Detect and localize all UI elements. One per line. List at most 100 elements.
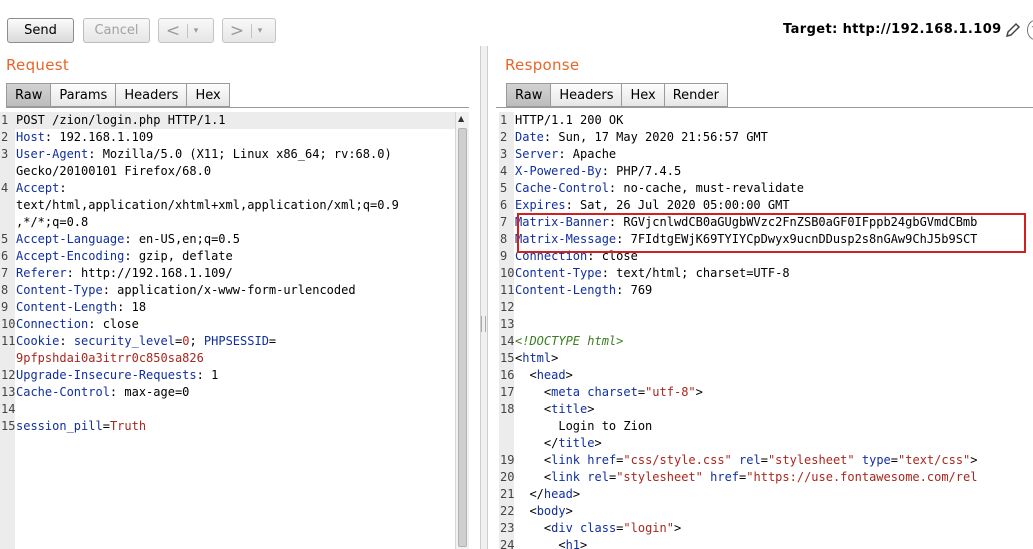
response-token: > [594, 436, 602, 450]
line-number: 17 [500, 385, 515, 399]
response-token: HTTP/1.1 200 OK [515, 113, 624, 127]
response-line: 13 [499, 316, 1033, 333]
response-editor[interactable]: 1 HTTP/1.1 200 OK 2 Date: Sun, 17 May 2020 … [499, 112, 1033, 549]
response-token: Expires [515, 198, 566, 212]
response-token: "stylesheet" [616, 470, 703, 484]
response-line: 23 <div class="login"> [499, 520, 1033, 537]
request-token: Accept-Encoding [16, 249, 125, 263]
request-token: Gecko/20100101 Firefox/68.0 [16, 164, 212, 178]
request-token: Connection [16, 317, 89, 331]
response-token: meta [551, 385, 581, 399]
response-token: Cache-Control [515, 181, 609, 195]
request-token: = [102, 419, 110, 433]
response-line: 20 <link rel="stylesheet" href="https://… [499, 469, 1033, 486]
response-token [855, 453, 862, 467]
line-number: 2 [1, 130, 9, 144]
divider-grip-icon[interactable] [481, 316, 486, 332]
response-line: 18 <title> [499, 401, 1033, 418]
response-line: 2 Date: Sun, 17 May 2020 21:56:57 GMT [499, 129, 1033, 146]
response-token: "login" [623, 521, 674, 535]
response-token: > [572, 487, 581, 501]
response-title: Response [505, 56, 580, 74]
request-token: PHPSESSID [203, 334, 269, 348]
request-token: Host [16, 130, 45, 144]
response-tab-raw[interactable]: Raw [506, 83, 552, 107]
line-number: 10 [1, 317, 16, 331]
request-line: 9pfpshdai0a3itrr0c850sa826 [0, 350, 455, 367]
response-tab-headers[interactable]: Headers [551, 83, 623, 107]
response-token: <!DOCTYPE html> [515, 334, 624, 348]
request-token: : 1 [196, 368, 219, 382]
request-token: Truth [109, 419, 147, 433]
request-line: 2 Host: 192.168.1.109 [0, 129, 455, 146]
request-scrollbar[interactable]: ▲ [455, 112, 469, 549]
pane-divider[interactable] [480, 46, 488, 549]
scroll-up-icon[interactable]: ▲ [458, 114, 464, 123]
response-token: > [551, 351, 559, 365]
request-token: Cookie [16, 334, 60, 348]
response-token: charset [587, 385, 638, 399]
line-number: 6 [500, 198, 508, 212]
request-line: 14 [0, 401, 455, 418]
response-tab-hex[interactable]: Hex [622, 83, 665, 107]
request-token: Content-Type [16, 283, 103, 297]
response-token: : Apache [558, 147, 617, 161]
cancel-button[interactable]: Cancel [83, 18, 150, 43]
response-token: = [637, 385, 646, 399]
line-number: 9 [500, 249, 508, 263]
request-editor[interactable]: 1 POST /zion/login.php HTTP/1.1 2 Host: 192… [0, 112, 455, 549]
request-line: 13Cache-Control: max-age=0 [0, 384, 455, 401]
response-token: > [580, 538, 588, 549]
request-tab-raw[interactable]: Raw [6, 83, 52, 107]
request-line: 9 Content-Length: 18 [0, 299, 455, 316]
request-tab-headers[interactable]: Headers [116, 83, 188, 107]
send-button[interactable]: Send [7, 18, 74, 43]
request-tab-hex[interactable]: Hex [187, 83, 230, 107]
line-number: 11 [1, 334, 16, 348]
line-number: 7 [500, 215, 508, 229]
request-line: 3 User-Agent: Mozilla/5.0 (X11; Linux x86… [0, 146, 455, 163]
line-number: 24 [500, 538, 515, 549]
request-line: 4 Accept: [0, 180, 455, 197]
response-token: head [536, 368, 566, 382]
response-line: </title> [499, 435, 1033, 452]
back-dropdown-icon[interactable]: ▾ [188, 19, 204, 42]
request-line: 5 Accept-Language: en-US,en;q=0.5 [0, 231, 455, 248]
response-token: > [673, 521, 682, 535]
line-number: 7 [1, 266, 9, 280]
request-token: session_pill [16, 419, 103, 433]
response-token: = [890, 453, 899, 467]
response-token: < [515, 368, 537, 382]
response-line: 11Content-Length: 769 [499, 282, 1033, 299]
response-token: rel [587, 470, 609, 484]
line-number: 1 [1, 113, 9, 127]
forward-dropdown-icon[interactable]: ▾ [252, 19, 268, 42]
response-line: 1 HTTP/1.1 200 OK [499, 112, 1033, 129]
response-token: : 769 [616, 283, 653, 297]
response-tab-render[interactable]: Render [664, 83, 728, 107]
response-token: title [551, 402, 588, 416]
request-token: = [268, 334, 277, 348]
request-token: : gzip, deflate [124, 249, 233, 263]
request-line: Gecko/20100101 Firefox/68.0 [0, 163, 455, 180]
help-icon[interactable]: ? [1027, 20, 1033, 40]
edit-target-icon[interactable] [1003, 20, 1023, 40]
response-line: 21 </head> [499, 486, 1033, 503]
line-number: 9 [1, 300, 9, 314]
forward-arrow-icon: > [229, 20, 245, 41]
forward-button[interactable]: > ▾ [222, 18, 276, 43]
line-number: 10 [500, 266, 515, 280]
request-token: : http://192.168.1.109/ [66, 266, 233, 280]
request-tab-params[interactable]: Params [51, 83, 117, 107]
response-token: </ [515, 436, 559, 450]
scroll-thumb[interactable] [458, 128, 467, 547]
response-token: < [515, 504, 537, 518]
target-label: Target: http://192.168.1.109 [783, 22, 1002, 37]
response-token: : no-cache, must-revalidate [608, 181, 804, 195]
request-token: : 18 [117, 300, 147, 314]
line-number: 22 [500, 504, 515, 518]
response-line: 6 Expires: Sat, 26 Jul 2020 05:00:00 GMT [499, 197, 1033, 214]
response-token: href [710, 470, 740, 484]
response-token [573, 521, 580, 535]
back-button[interactable]: < ▾ [158, 18, 214, 43]
